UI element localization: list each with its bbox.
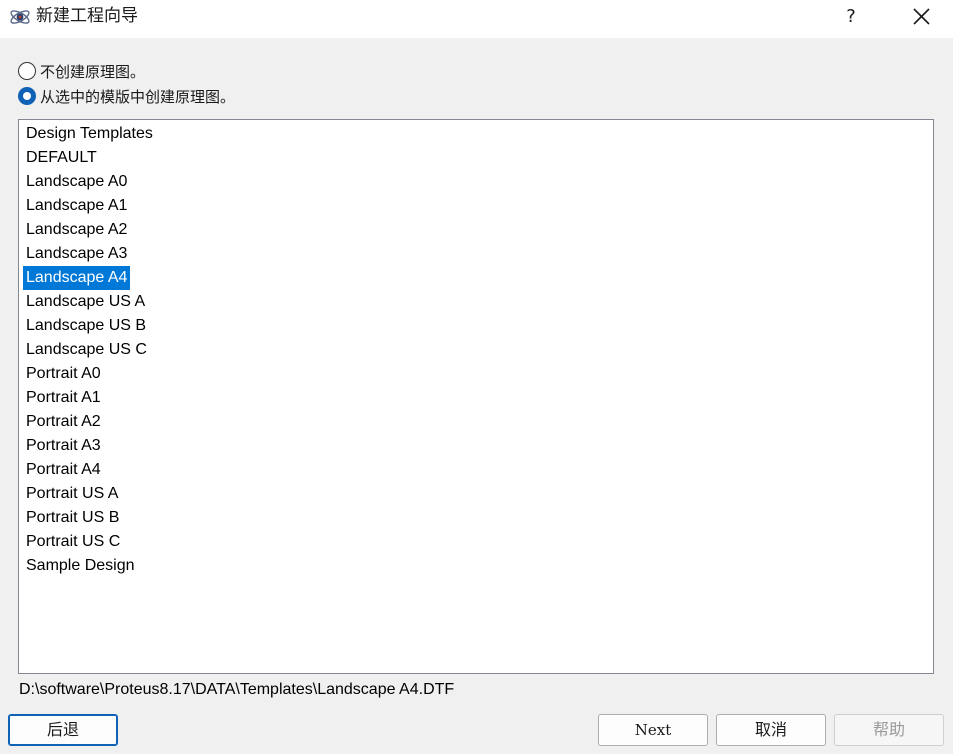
template-list: Design Templates DEFAULT Landscape A0 Lands… <box>23 122 156 578</box>
list-item[interactable]: Landscape A2 <box>23 218 156 242</box>
list-item-selected[interactable]: Landscape A4 <box>23 266 131 290</box>
list-item[interactable]: Portrait A2 <box>23 410 156 434</box>
proteus-atom-icon <box>10 10 30 24</box>
next-button[interactable]: Next <box>598 714 708 746</box>
list-item[interactable]: Landscape A1 <box>23 194 156 218</box>
list-item[interactable]: Design Templates <box>23 122 156 146</box>
window-title: 新建工程向导 <box>36 6 138 26</box>
list-item[interactable]: Portrait A3 <box>23 434 156 458</box>
list-item[interactable]: Landscape A3 <box>23 242 156 266</box>
list-item[interactable]: Portrait US B <box>23 506 156 530</box>
list-item[interactable]: Portrait US A <box>23 482 156 506</box>
close-icon[interactable] <box>904 2 938 32</box>
list-item[interactable]: DEFAULT <box>23 146 156 170</box>
list-item[interactable]: Landscape US C <box>23 338 156 362</box>
radio-from-template[interactable] <box>18 87 36 105</box>
option-from-template[interactable]: 从选中的模版中创建原理图。 <box>18 85 235 107</box>
option-label: 不创建原理图。 <box>40 62 146 81</box>
back-button[interactable]: 后退 <box>8 714 118 746</box>
help-title-button[interactable]: ? <box>836 2 866 32</box>
list-item[interactable]: Landscape US B <box>23 314 156 338</box>
list-item[interactable]: Portrait A4 <box>23 458 156 482</box>
cancel-button[interactable]: 取消 <box>716 714 826 746</box>
list-item[interactable]: Portrait A0 <box>23 362 156 386</box>
template-listbox[interactable]: Design Templates DEFAULT Landscape A0 Lands… <box>18 119 934 674</box>
list-item[interactable]: Portrait US C <box>23 530 156 554</box>
title-bar: 新建工程向导 ? <box>0 0 953 38</box>
list-item[interactable]: Landscape A0 <box>23 170 156 194</box>
option-no-schematic[interactable]: 不创建原理图。 <box>18 60 145 82</box>
help-button[interactable]: 帮助 <box>834 714 944 746</box>
list-item[interactable]: Landscape US A <box>23 290 156 314</box>
option-label: 从选中的模版中创建原理图。 <box>40 87 236 106</box>
new-project-wizard-dialog: 新建工程向导 ? 不创建原理图。 从选中的模版中创建原理图。 Design Te… <box>0 0 953 754</box>
selected-template-path: D:\software\Proteus8.17\DATA\Templates\L… <box>19 681 455 698</box>
radio-no-schematic[interactable] <box>18 62 36 80</box>
list-item[interactable]: Sample Design <box>23 554 156 578</box>
list-item[interactable]: Portrait A1 <box>23 386 156 410</box>
